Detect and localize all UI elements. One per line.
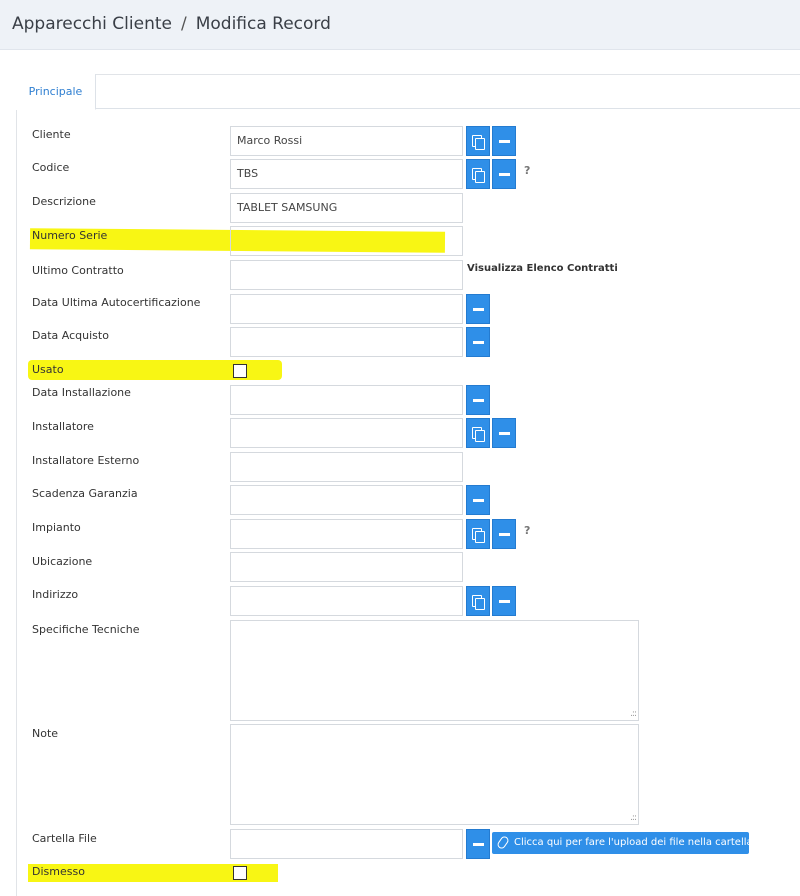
impianto-copy-button[interactable]	[466, 519, 490, 549]
label-data-acquisto: Data Acquisto	[32, 329, 109, 342]
label-specifiche-tecniche: Specifiche Tecniche	[32, 623, 140, 636]
label-indirizzo: Indirizzo	[32, 588, 79, 601]
cliente-copy-button[interactable]	[466, 126, 490, 156]
breadcrumb-parent[interactable]: Apparecchi Cliente	[12, 14, 172, 34]
note-textarea[interactable]: .::	[230, 724, 639, 825]
upload-files-button[interactable]: Clicca qui per fare l'upload dei file ne…	[492, 832, 753, 854]
label-data-ultima-autocert: Data Ultima Autocertificazione	[32, 296, 201, 309]
upload-files-label: Clicca qui per fare l'upload dei file ne…	[514, 837, 753, 848]
visualizza-contratti-link[interactable]: Visualizza Elenco Contratti	[467, 263, 618, 274]
data-ultima-autocert-clear-button[interactable]	[466, 294, 490, 324]
data-installazione-clear-button[interactable]	[466, 385, 490, 415]
impianto-input[interactable]	[230, 519, 463, 549]
minus-icon	[499, 600, 510, 603]
usato-checkbox[interactable]	[233, 364, 247, 378]
installatore-input[interactable]	[230, 418, 463, 448]
descrizione-input[interactable]: TABLET SAMSUNG	[230, 193, 463, 223]
label-numero-serie: Numero Serie	[32, 229, 108, 242]
label-installatore: Installatore	[32, 420, 94, 433]
numero-serie-input[interactable]	[230, 226, 463, 256]
indirizzo-copy-button[interactable]	[466, 586, 490, 616]
minus-icon	[499, 173, 510, 176]
label-data-installazione: Data Installazione	[32, 386, 131, 399]
impianto-clear-button[interactable]	[492, 519, 516, 549]
indirizzo-input[interactable]	[230, 586, 463, 616]
minus-icon	[473, 341, 484, 344]
minus-icon	[499, 533, 510, 536]
breadcrumb: Apparecchi Cliente / Modifica Record	[12, 14, 331, 34]
label-codice: Codice	[32, 161, 70, 174]
specifiche-tecniche-textarea[interactable]: .::	[230, 620, 639, 721]
indirizzo-clear-button[interactable]	[492, 586, 516, 616]
cliente-input[interactable]: Marco Rossi	[230, 126, 463, 156]
breadcrumb-current: Modifica Record	[195, 14, 331, 34]
label-dismesso: Dismesso	[32, 865, 85, 878]
label-installatore-esterno: Installatore Esterno	[32, 454, 140, 467]
label-cartella-file: Cartella File	[32, 832, 97, 845]
codice-clear-button[interactable]	[492, 159, 516, 189]
label-scadenza-garanzia: Scadenza Garanzia	[32, 487, 138, 500]
label-ubicazione: Ubicazione	[32, 555, 93, 568]
minus-icon	[499, 140, 510, 143]
cliente-clear-button[interactable]	[492, 126, 516, 156]
scadenza-garanzia-clear-button[interactable]	[466, 485, 490, 515]
minus-icon	[499, 432, 510, 435]
data-acquisto-clear-button[interactable]	[466, 327, 490, 357]
scadenza-garanzia-input[interactable]	[230, 485, 463, 515]
label-cliente: Cliente	[32, 128, 71, 141]
label-impianto: Impianto	[32, 521, 81, 534]
paperclip-icon	[495, 834, 511, 851]
label-ultimo-contratto: Ultimo Contratto	[32, 264, 124, 277]
dismesso-checkbox[interactable]	[233, 866, 247, 880]
codice-input[interactable]: TBS	[230, 159, 463, 189]
data-acquisto-input[interactable]	[230, 327, 463, 357]
tab-bar: Principale	[16, 74, 800, 110]
minus-icon	[473, 399, 484, 402]
minus-icon	[473, 499, 484, 502]
installatore-esterno-input[interactable]	[230, 452, 463, 482]
breadcrumb-separator: /	[180, 14, 187, 34]
resize-grip-icon[interactable]: .::	[630, 813, 637, 823]
cartella-file-input[interactable]	[230, 829, 463, 859]
installatore-clear-button[interactable]	[492, 418, 516, 448]
minus-icon	[473, 843, 484, 846]
ubicazione-input[interactable]	[230, 552, 463, 582]
cartella-file-clear-button[interactable]	[466, 829, 490, 859]
data-ultima-autocert-input[interactable]	[230, 294, 463, 324]
label-usato: Usato	[32, 363, 64, 376]
codice-copy-button[interactable]	[466, 159, 490, 189]
label-note: Note	[32, 727, 59, 740]
impianto-help-icon[interactable]: ?	[524, 524, 530, 537]
installatore-copy-button[interactable]	[466, 418, 490, 448]
codice-help-icon[interactable]: ?	[524, 164, 530, 177]
data-installazione-input[interactable]	[230, 385, 463, 415]
label-descrizione: Descrizione	[32, 195, 96, 208]
ultimo-contratto-input[interactable]	[230, 260, 463, 290]
minus-icon	[473, 308, 484, 311]
page-header: Apparecchi Cliente / Modifica Record	[0, 0, 800, 50]
resize-grip-icon[interactable]: .::	[630, 709, 637, 719]
tab-principale[interactable]: Principale	[16, 74, 96, 110]
